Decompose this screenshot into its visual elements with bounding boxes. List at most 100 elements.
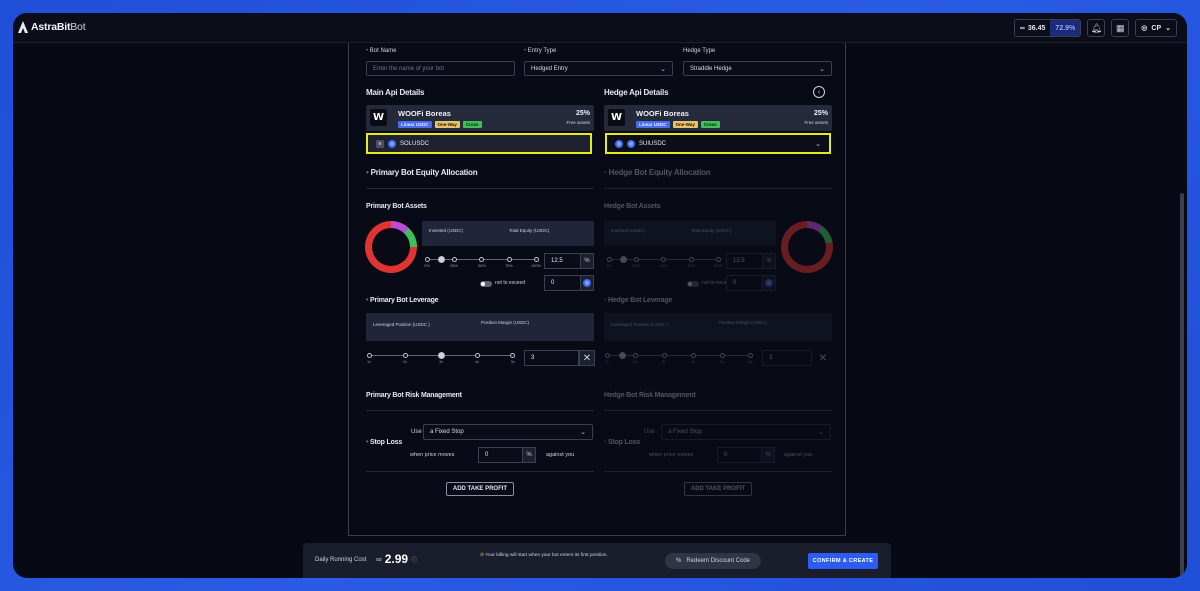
hedge-api-card[interactable]: W WOOFi Boreas Linear USDC One-Way Cross… — [604, 105, 832, 131]
divider — [366, 471, 594, 472]
main-leverage-slider[interactable]: 1x 2x 3x 4x 5x — [367, 352, 515, 364]
main-api-card[interactable]: W WOOFi Boreas Linear USDC One-Way Cross… — [366, 105, 594, 131]
hedge-pair-select[interactable]: ◎ ◎ SUIUSDC ⌄ — [605, 133, 831, 154]
free-assets-label: Free assets — [566, 120, 590, 125]
main-leverage-title: • Primary Bot Leverage — [366, 297, 439, 304]
grid-icon: ▦ — [1116, 22, 1125, 33]
hedge-type-label: Hedge Type — [683, 48, 716, 54]
free-assets-pct: 25% — [813, 110, 828, 117]
tick-label: 100% — [531, 264, 541, 268]
slider-stop[interactable] — [507, 257, 512, 262]
main-pair-select[interactable]: ≡ ◎ SOLUSDC — [366, 133, 592, 154]
slider-stop[interactable] — [634, 257, 639, 262]
slider-handle[interactable] — [438, 352, 445, 359]
slider-stop[interactable] — [720, 353, 725, 358]
tick-label: 25% — [450, 264, 458, 268]
tick-label: 25% — [632, 264, 640, 268]
slider-stop[interactable] — [661, 257, 666, 262]
bot-name-label: • Bot Name — [366, 48, 397, 54]
redeem-label: Redeem Discount Code — [686, 558, 751, 564]
divider — [604, 410, 832, 411]
slider-stop[interactable] — [452, 257, 457, 262]
exchange-name: WOOFi Boreas — [636, 109, 689, 118]
close-icon[interactable]: ✕ — [579, 350, 595, 366]
slider-stop[interactable] — [605, 353, 610, 358]
user-icon: ◎ — [1141, 25, 1148, 32]
not-exceed-toggle[interactable] — [480, 281, 492, 287]
logo[interactable]: AstraBitBot — [18, 21, 86, 33]
usdc-coin-icon: ◎ — [583, 279, 591, 287]
tick-label: 75% — [687, 264, 695, 268]
slider-handle[interactable] — [619, 352, 626, 359]
main-leverage-input[interactable]: 3 — [524, 350, 579, 366]
hedge-leverage-input[interactable]: 3 — [762, 350, 812, 366]
hedge-equity-title: • Hedge Bot Equity Allocation — [604, 168, 711, 177]
slider-stop[interactable] — [425, 257, 430, 262]
info-icon[interactable]: ⓘ — [411, 555, 417, 564]
api-tags: Linear USDC One-Way Cross — [636, 121, 720, 128]
main-add-take-profit-button[interactable]: ADD TAKE PROFIT — [446, 482, 514, 496]
back-icon[interactable]: ‹ — [813, 86, 825, 98]
free-assets-label: Free assets — [804, 120, 828, 125]
main-alloc-input[interactable]: 12.5 — [544, 253, 584, 269]
api-tags: Linear USDC One-Way Cross — [398, 121, 482, 128]
confirm-create-button[interactable]: CONFIRM & CREATE — [808, 553, 878, 569]
list-icon: ≡ — [376, 139, 384, 148]
hedge-api-title: Hedge Api Details — [604, 88, 669, 97]
slider-stop[interactable] — [662, 353, 667, 358]
scrollbar[interactable] — [1180, 43, 1185, 578]
hedge-leverage-slider[interactable]: 1x 2x 3x 4x 5x 10x — [605, 352, 753, 364]
close-icon[interactable]: ✕ — [815, 350, 831, 366]
redeem-discount-button[interactable]: % Redeem Discount Code — [665, 553, 761, 569]
not-exceed-toggle[interactable] — [687, 281, 699, 287]
slider-stop[interactable] — [534, 257, 539, 262]
slider-stop[interactable] — [607, 257, 612, 262]
user-menu-button[interactable]: ◎ CP ⌄ — [1135, 19, 1177, 37]
main-alloc-slider[interactable]: 0% 25% 50% 75% 100% — [424, 256, 541, 268]
hedge-alloc-input[interactable]: 12.5 — [726, 253, 766, 269]
slider-stop[interactable] — [403, 353, 408, 358]
when-price-moves-label: when price moves — [410, 452, 455, 458]
main-stop-type-select[interactable]: a Fixed Stop ⌄ — [423, 424, 593, 440]
slider-stop[interactable] — [510, 353, 515, 358]
apps-button[interactable]: ▦ — [1111, 19, 1130, 37]
slider-stop[interactable] — [716, 257, 721, 262]
tag-linear: Linear USDC — [636, 121, 670, 128]
hedge-not-exceed-input[interactable]: 0 — [726, 275, 766, 291]
slider-stop[interactable] — [748, 353, 753, 358]
hedge-stop-loss-input[interactable]: 0 — [717, 447, 762, 463]
slider-stop[interactable] — [691, 353, 696, 358]
main-equity-title: • Primary Bot Equity Allocation — [366, 168, 478, 177]
slider-stop[interactable] — [475, 353, 480, 358]
slider-stop[interactable] — [367, 353, 372, 358]
tick-label: 10x — [746, 360, 754, 364]
slider-handle[interactable] — [620, 256, 627, 263]
credits-pill[interactable]: ∞ 36.45 72.9% — [1013, 19, 1082, 37]
hedge-alloc-slider[interactable]: 0% 25% 50% 75% 100% — [606, 256, 723, 268]
main-stop-loss-input[interactable]: 0 — [478, 447, 523, 463]
woofi-logo-icon: W — [370, 109, 387, 126]
scrollbar-thumb[interactable] — [1180, 193, 1184, 578]
entry-type-select[interactable]: Hedged Entry ⌄ — [524, 61, 673, 76]
slider-stop[interactable] — [479, 257, 484, 262]
hedge-stop-type-select[interactable]: a Fixed Stop ⌄ — [661, 424, 831, 440]
bot-name-input[interactable]: Enter the name of your bot — [366, 61, 515, 76]
tick-label: 1x — [366, 360, 372, 364]
hedge-leverage-title: • Hedge Bot Leverage — [604, 297, 673, 304]
tick-label: 1x — [604, 360, 610, 364]
main-leverage-box: Leveraged Position (USDC ) Position Marg… — [366, 313, 594, 341]
chevron-down-icon: ⌄ — [819, 66, 825, 73]
slider-handle[interactable] — [438, 256, 445, 263]
slider-stop[interactable] — [633, 353, 638, 358]
tick-label: 50% — [478, 264, 486, 268]
chevron-down-icon: ⌄ — [660, 66, 666, 73]
slider-stop[interactable] — [689, 257, 694, 262]
notifications-button[interactable]: 🔔︎ — [1087, 19, 1106, 37]
hedge-type-select[interactable]: Straddle Hedge ⌄ — [683, 61, 832, 76]
pair-label: SOLUSDC — [400, 140, 430, 147]
percent-unit: % — [522, 447, 536, 463]
main-not-exceed-input[interactable]: 0 — [544, 275, 584, 291]
entry-type-label: • Entry Type — [524, 48, 557, 54]
hedge-stop-loss-label: • Stop Loss — [604, 439, 641, 446]
hedge-add-take-profit-button[interactable]: ADD TAKE PROFIT — [684, 482, 752, 496]
